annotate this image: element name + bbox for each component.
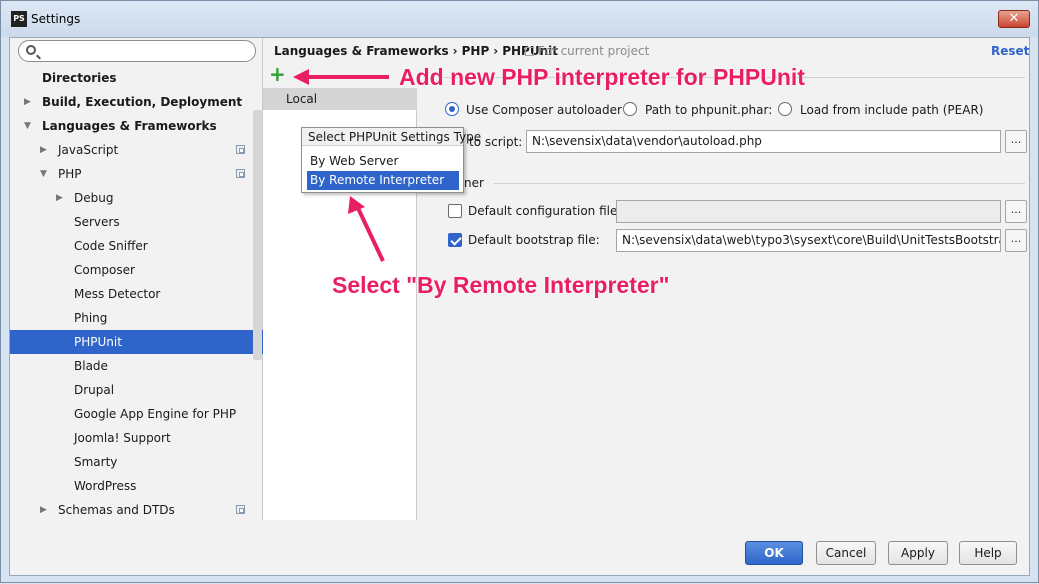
tree-item-label: Blade bbox=[74, 359, 108, 373]
apply-button[interactable]: Apply bbox=[888, 541, 948, 565]
tree-item[interactable]: Code Sniffer bbox=[10, 234, 263, 258]
dialog-client: Directories ▶ Build, Execution, Deployment… bbox=[9, 37, 1030, 576]
expanded-arrow-icon[interactable]: ▼ bbox=[24, 114, 31, 138]
phpunit-phar-radio[interactable] bbox=[623, 102, 637, 116]
tree-item-label: Debug bbox=[74, 191, 114, 205]
default-config-label: Default configuration file: bbox=[468, 204, 622, 218]
tree-item[interactable]: ▶ JavaScript bbox=[10, 138, 263, 162]
expanded-arrow-icon[interactable]: ▼ bbox=[40, 162, 47, 186]
scope-text: For current project bbox=[538, 44, 650, 58]
title-bar: PS Settings ✕ bbox=[1, 1, 1038, 37]
tree-item-label: Mess Detector bbox=[74, 287, 161, 301]
tree-item-label: PHP bbox=[58, 167, 82, 181]
popup-title: Select PHPUnit Settings Type bbox=[302, 128, 481, 146]
popup-item-remote-interpreter[interactable]: By Remote Interpreter bbox=[307, 171, 459, 190]
collapsed-arrow-icon[interactable]: ▶ bbox=[40, 498, 47, 522]
path-to-script-input[interactable]: N:\sevensix\data\vendor\autoload.php bbox=[526, 130, 1001, 153]
tree-item[interactable]: Composer bbox=[10, 258, 263, 282]
tree-item-label: Code Sniffer bbox=[74, 239, 148, 253]
tree-item[interactable]: Blade bbox=[10, 354, 263, 378]
tree-item-label: Google App Engine for PHP bbox=[74, 407, 237, 421]
select-remote-note: Select "By Remote Interpreter" bbox=[332, 272, 670, 298]
settings-type-popup: Select PHPUnit Settings Type By Web Serv… bbox=[301, 127, 481, 193]
include-path-label: Load from include path (PEAR) bbox=[800, 103, 984, 117]
add-icon[interactable]: + bbox=[269, 63, 286, 85]
ok-button[interactable]: OK bbox=[745, 541, 803, 565]
composer-autoloader-radio[interactable] bbox=[445, 102, 459, 116]
browse-bootstrap-button[interactable]: ... bbox=[1005, 229, 1027, 252]
collapsed-arrow-icon[interactable]: ▶ bbox=[24, 90, 31, 114]
tree-item-label: Schemas and DTDs bbox=[58, 503, 175, 517]
reset-link[interactable]: Reset bbox=[991, 44, 1029, 58]
tree-item-label: Servers bbox=[74, 215, 120, 229]
settings-window: PS Settings ✕ Directories ▶ Build, Executi… bbox=[0, 0, 1039, 583]
tree-item[interactable]: Smarty bbox=[10, 450, 263, 474]
scope-label: For current project bbox=[525, 44, 649, 58]
project-level-icon bbox=[236, 505, 245, 514]
test-runner-section-title: ner bbox=[464, 176, 484, 190]
breadcrumb-separator: › bbox=[493, 44, 499, 58]
section-divider bbox=[494, 183, 1025, 184]
help-button[interactable]: Help bbox=[959, 541, 1017, 565]
tree-item-label: Build, Execution, Deployment bbox=[42, 95, 243, 109]
add-interpreter-note: Add new PHP interpreter for PHPUnit bbox=[399, 64, 805, 90]
project-level-icon bbox=[236, 169, 245, 178]
project-level-icon bbox=[236, 145, 245, 154]
popup-item-web-server[interactable]: By Web Server bbox=[307, 152, 459, 171]
default-config-input[interactable] bbox=[616, 200, 1001, 223]
breadcrumb: Languages & Frameworks › PHP › PHPUnit bbox=[274, 44, 558, 58]
window-title: Settings bbox=[31, 12, 81, 26]
tree-item[interactable]: Mess Detector bbox=[10, 282, 263, 306]
default-bootstrap-label: Default bootstrap file: bbox=[468, 233, 600, 247]
tree-item[interactable]: ▼ PHP bbox=[10, 162, 263, 186]
tree-item[interactable]: Drupal bbox=[10, 378, 263, 402]
phpunit-phar-label: Path to phpunit.phar: bbox=[645, 103, 773, 117]
tree-item-label: PHPUnit bbox=[74, 335, 122, 349]
tree-item[interactable]: Directories bbox=[10, 66, 263, 90]
tree-item-label: Joomla! Support bbox=[74, 431, 171, 445]
breadcrumb-separator: › bbox=[452, 44, 458, 58]
tree-item[interactable]: ▶ Build, Execution, Deployment bbox=[10, 90, 263, 114]
default-config-checkbox[interactable] bbox=[448, 204, 462, 218]
list-item-local[interactable]: Local bbox=[263, 88, 417, 110]
tree-item-label: WordPress bbox=[74, 479, 137, 493]
collapsed-arrow-icon[interactable]: ▶ bbox=[40, 138, 47, 162]
default-bootstrap-input[interactable]: N:\sevensix\data\web\typo3\sysext\core\B… bbox=[616, 229, 1001, 252]
search-icon bbox=[26, 45, 36, 55]
tree-item[interactable]: WordPress bbox=[10, 474, 263, 498]
tree-item-label: Drupal bbox=[74, 383, 115, 397]
browse-config-button[interactable]: ... bbox=[1005, 200, 1027, 223]
tree-item[interactable]: ▶ Schemas and DTDs bbox=[10, 498, 263, 522]
default-bootstrap-checkbox[interactable] bbox=[448, 233, 462, 247]
tree-item-label: Languages & Frameworks bbox=[42, 119, 217, 133]
tree-item-label: Smarty bbox=[74, 455, 118, 469]
tree-item[interactable]: ▼ Languages & Frameworks bbox=[10, 114, 263, 138]
breadcrumb-php: PHP bbox=[461, 44, 490, 58]
browse-script-button[interactable]: ... bbox=[1005, 130, 1027, 153]
close-window-button[interactable]: ✕ bbox=[998, 10, 1030, 28]
tree-item-label: Directories bbox=[42, 71, 117, 85]
cancel-button[interactable]: Cancel bbox=[816, 541, 876, 565]
composer-autoloader-label: Use Composer autoloader bbox=[466, 103, 622, 117]
search-input[interactable] bbox=[18, 40, 256, 62]
breadcrumb-languages: Languages & Frameworks bbox=[274, 44, 449, 58]
list-toolbar: + bbox=[263, 62, 417, 88]
phpstorm-app-icon: PS bbox=[11, 11, 27, 27]
tree-item[interactable]: Google App Engine for PHP bbox=[10, 402, 263, 426]
tree-item-label: JavaScript bbox=[58, 143, 119, 157]
tree-item-label: Composer bbox=[74, 263, 135, 277]
tree-item[interactable]: PHPUnit bbox=[10, 330, 263, 354]
tree-item[interactable]: Servers bbox=[10, 210, 263, 234]
tree-item[interactable]: ▶ Debug bbox=[10, 186, 263, 210]
settings-tree: Directories ▶ Build, Execution, Deployment… bbox=[10, 38, 263, 520]
tree-item[interactable]: Phing bbox=[10, 306, 263, 330]
tree-item[interactable]: Joomla! Support bbox=[10, 426, 263, 450]
project-scope-icon bbox=[525, 47, 534, 56]
collapsed-arrow-icon[interactable]: ▶ bbox=[56, 186, 63, 210]
tree-item-label: Phing bbox=[74, 311, 108, 325]
tree-scrollbar[interactable] bbox=[253, 110, 262, 360]
include-path-radio[interactable] bbox=[778, 102, 792, 116]
